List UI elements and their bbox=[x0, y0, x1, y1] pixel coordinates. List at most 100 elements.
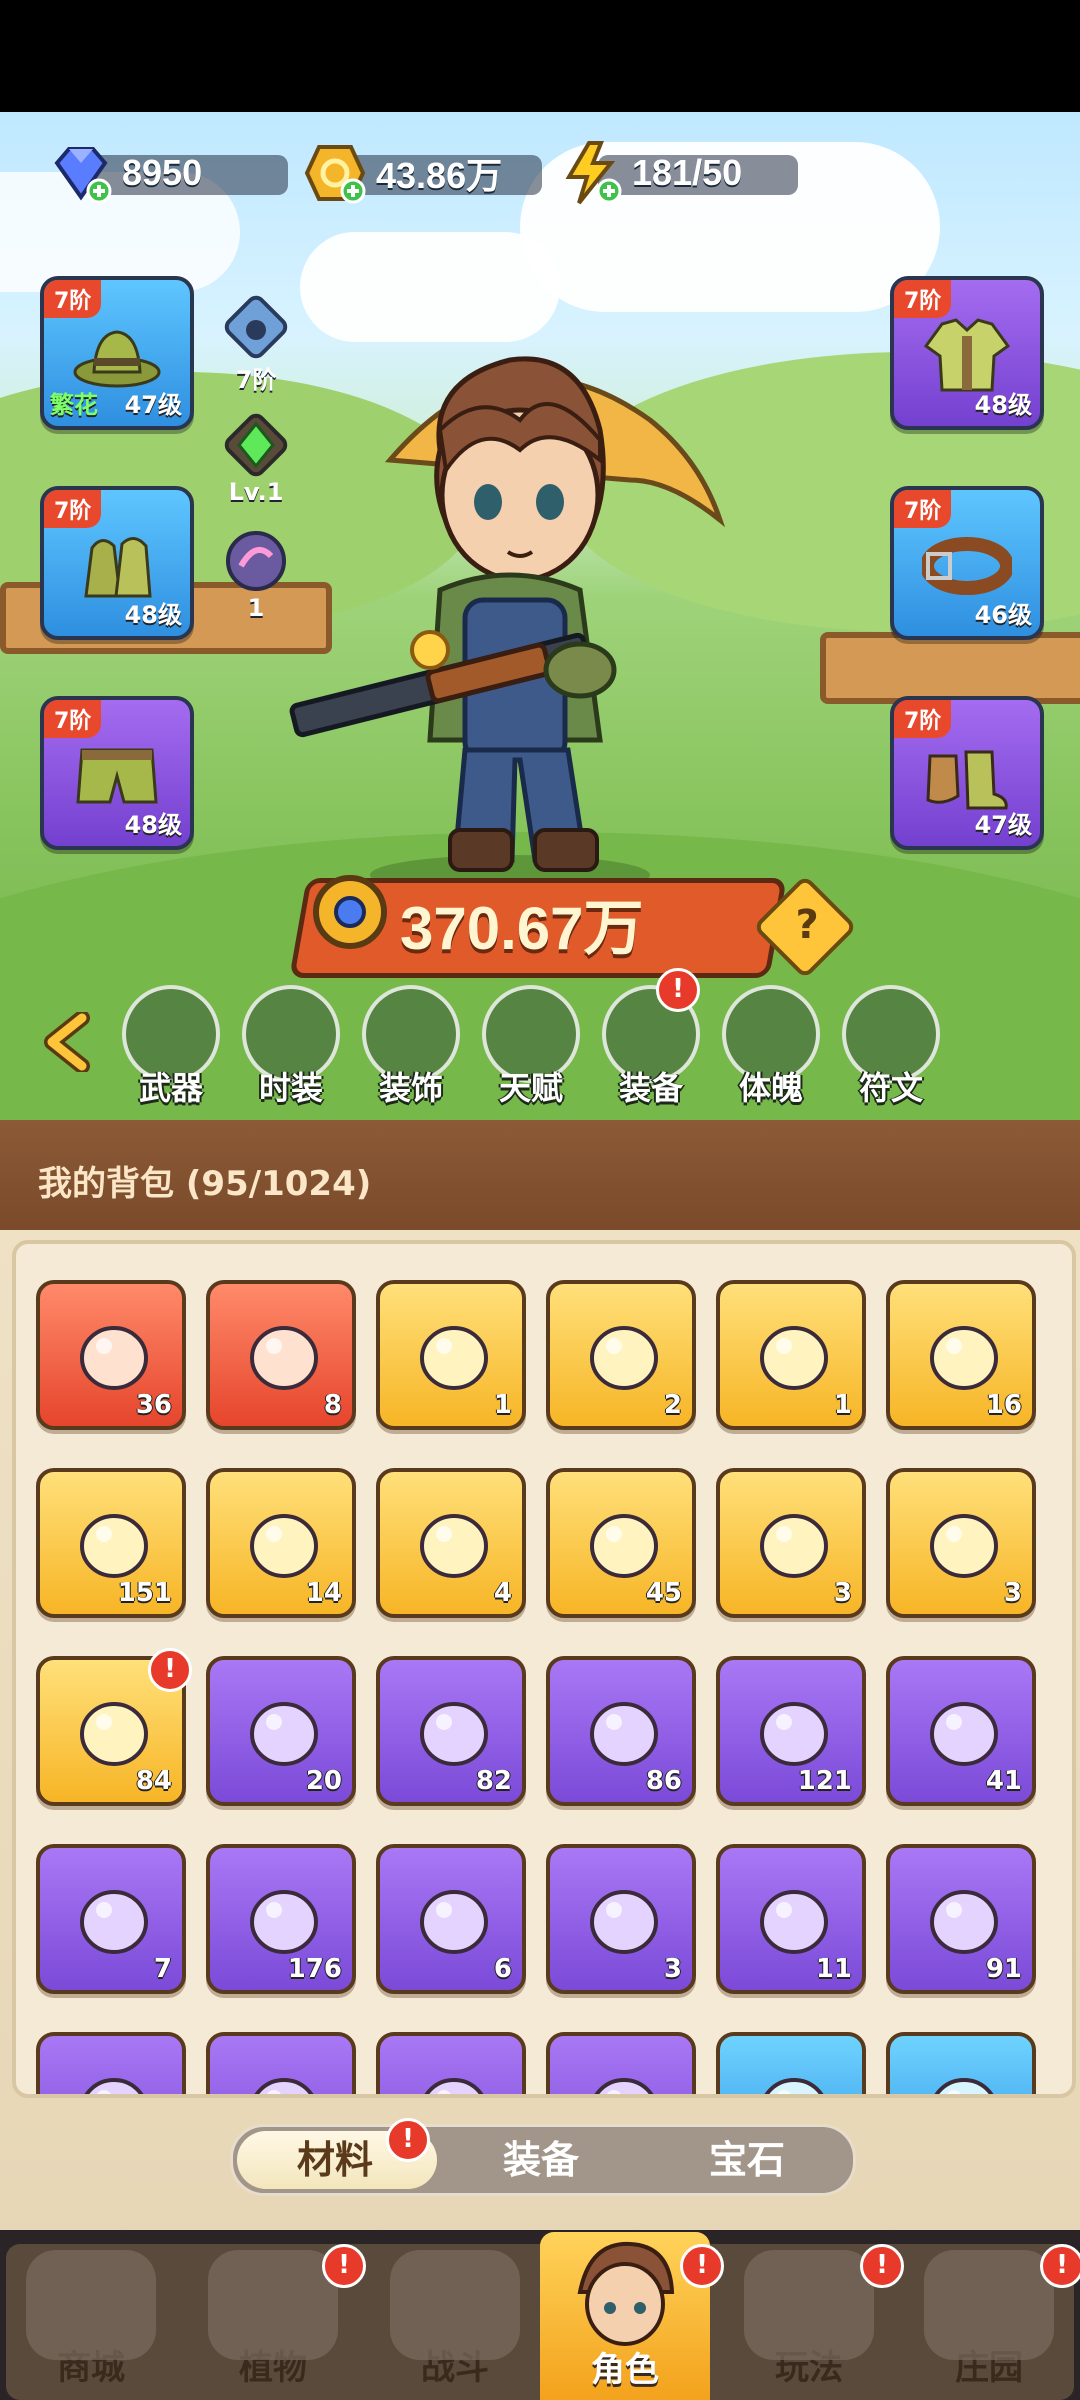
purple-bulb-icon bbox=[590, 1890, 658, 1954]
equip-slot-shorts[interactable]: 7阶 48级 bbox=[40, 696, 194, 850]
grape-potion-icon bbox=[250, 1890, 318, 1954]
tab-talent[interactable]: 天赋 bbox=[476, 985, 586, 1109]
alert-badge: ! bbox=[860, 2244, 904, 2288]
inventory-item[interactable]: 7 bbox=[36, 1844, 186, 1994]
inventory-item[interactable]: 1 bbox=[376, 1280, 526, 1430]
sprayer-icon bbox=[420, 1514, 488, 1578]
inventory-item[interactable]: 4 bbox=[376, 1468, 526, 1618]
equip-slot-boots[interactable]: 7阶 47级 bbox=[890, 696, 1044, 850]
segment-equipment[interactable]: 装备 bbox=[503, 2127, 579, 2193]
gold-counter[interactable]: 43.86万 bbox=[302, 143, 542, 204]
rune-stone-icon bbox=[930, 1326, 998, 1390]
equip-slot-gloves[interactable]: 7阶 48级 bbox=[40, 486, 194, 640]
inventory-item[interactable] bbox=[886, 2032, 1036, 2094]
tab-physique[interactable]: 体魄 bbox=[716, 985, 826, 1109]
back-arrow-icon[interactable] bbox=[38, 1012, 98, 1072]
crystal-star-icon bbox=[80, 1326, 148, 1390]
lightning-icon bbox=[558, 140, 624, 206]
tier-badge: 7阶 bbox=[44, 490, 102, 528]
help-icon: ? bbox=[795, 901, 819, 948]
inventory-item[interactable]: 2 bbox=[546, 1280, 696, 1430]
equip-slot-hat[interactable]: 7阶 繁花 47级 bbox=[40, 276, 194, 430]
inventory-item[interactable]: 6 bbox=[376, 1844, 526, 1994]
level-label: 47级 bbox=[974, 811, 1032, 839]
inventory-item[interactable]: 84! bbox=[36, 1648, 192, 1806]
energy-counter[interactable]: 181/50 bbox=[558, 140, 798, 206]
inventory-item[interactable]: 45 bbox=[546, 1468, 696, 1618]
equip-slot-shirt[interactable]: 7阶 48级 bbox=[890, 276, 1044, 430]
item-count: 7 bbox=[153, 1954, 172, 1984]
flower-bud-icon bbox=[760, 1326, 828, 1390]
item-count: 45 bbox=[645, 1578, 682, 1608]
scroll-icon bbox=[80, 1890, 148, 1954]
inventory-item[interactable]: 82 bbox=[376, 1656, 526, 1806]
inventory-item[interactable] bbox=[36, 2032, 186, 2094]
inventory-item[interactable]: 91 bbox=[886, 1844, 1036, 1994]
inventory-item[interactable]: 41 bbox=[886, 1656, 1036, 1806]
alert-badge: ! bbox=[322, 2244, 366, 2288]
item-count: 2 bbox=[663, 1390, 682, 1420]
nav-battle[interactable]: 战斗 bbox=[370, 2250, 540, 2400]
scroll-icon bbox=[760, 1702, 828, 1766]
inventory-item[interactable]: 16 bbox=[886, 1280, 1036, 1430]
level-label: 48级 bbox=[124, 811, 182, 839]
inventory-item[interactable] bbox=[206, 2032, 356, 2094]
watering-can-icon bbox=[760, 1890, 828, 1954]
shorts-icon bbox=[76, 748, 158, 804]
inventory-item[interactable]: 3 bbox=[546, 1844, 696, 1994]
inventory-item[interactable] bbox=[376, 2032, 526, 2094]
gloves-icon bbox=[84, 537, 152, 598]
key-icon bbox=[590, 1326, 658, 1390]
tab-rune[interactable]: 符文 bbox=[836, 985, 946, 1109]
inventory-grid[interactable]: 36 8 1 2 1 16 151 14 4 45 3 3 84! 20 82 86 121 41 7 176 6 3 11… bbox=[12, 1240, 1076, 2098]
green-orb-icon bbox=[764, 2078, 824, 2094]
tab-label: 武器 bbox=[138, 1069, 203, 1107]
inventory-item[interactable]: 1 bbox=[716, 1280, 866, 1430]
tab-decoration[interactable]: 装饰 bbox=[356, 985, 466, 1109]
item-count: 1 bbox=[493, 1390, 512, 1420]
diamond-icon bbox=[48, 140, 114, 206]
tab-outfit[interactable]: 时装 bbox=[236, 985, 346, 1109]
inventory-item[interactable]: 3 bbox=[716, 1468, 866, 1618]
inventory-item[interactable]: 36 bbox=[36, 1280, 186, 1430]
item-count: 3 bbox=[663, 1954, 682, 1984]
inventory-item[interactable]: 8 bbox=[206, 1280, 356, 1430]
alert-badge: ! bbox=[386, 2118, 430, 2162]
nav-shop[interactable]: 商城 bbox=[6, 2250, 176, 2400]
diamond-counter[interactable]: 8950 bbox=[48, 140, 288, 206]
item-count: 176 bbox=[287, 1954, 342, 1984]
inventory-item[interactable]: 86 bbox=[546, 1656, 696, 1806]
tab-weapon[interactable]: 武器 bbox=[116, 985, 226, 1109]
item-count: 20 bbox=[305, 1766, 342, 1796]
pink-crystal-icon bbox=[254, 2078, 314, 2094]
leaf-icon bbox=[420, 1702, 488, 1766]
purple-bottle-icon bbox=[250, 1702, 318, 1766]
inventory-item[interactable]: 3 bbox=[886, 1468, 1036, 1618]
shop-icon bbox=[26, 2250, 156, 2360]
alert-badge: ! bbox=[680, 2244, 724, 2288]
inventory-item[interactable]: 11 bbox=[716, 1844, 866, 1994]
segment-gems[interactable]: 宝石 bbox=[709, 2127, 785, 2193]
item-count: 36 bbox=[135, 1390, 172, 1420]
item-count: 16 bbox=[985, 1390, 1022, 1420]
lily-icon bbox=[594, 2078, 654, 2094]
inventory-item[interactable] bbox=[716, 2032, 866, 2094]
inventory-item[interactable]: 20 bbox=[206, 1656, 356, 1806]
equip-slot-belt[interactable]: 7阶 46级 bbox=[890, 486, 1044, 640]
inventory-item[interactable]: 151 bbox=[36, 1468, 186, 1618]
alert-badge: ! bbox=[1040, 2244, 1080, 2288]
item-count: 6 bbox=[493, 1954, 512, 1984]
alert-badge: ! bbox=[148, 1648, 192, 1692]
farmer-hero[interactable] bbox=[250, 320, 770, 900]
flame-icon bbox=[80, 1702, 148, 1766]
tab-label: 体魄 bbox=[738, 1069, 803, 1107]
inventory-item[interactable] bbox=[546, 2032, 696, 2094]
inventory-item[interactable]: 176 bbox=[206, 1844, 356, 1994]
segment-materials[interactable]: 材料 bbox=[297, 2127, 373, 2193]
inventory-item[interactable]: 121 bbox=[716, 1656, 866, 1806]
bloom-tag: 繁花 bbox=[50, 391, 98, 419]
inventory-category-switch[interactable]: 材料 装备 宝石 bbox=[230, 2124, 856, 2196]
scroll-icon bbox=[930, 1702, 998, 1766]
inventory-item[interactable]: 14 bbox=[206, 1468, 356, 1618]
gameplay-icon bbox=[744, 2250, 874, 2360]
